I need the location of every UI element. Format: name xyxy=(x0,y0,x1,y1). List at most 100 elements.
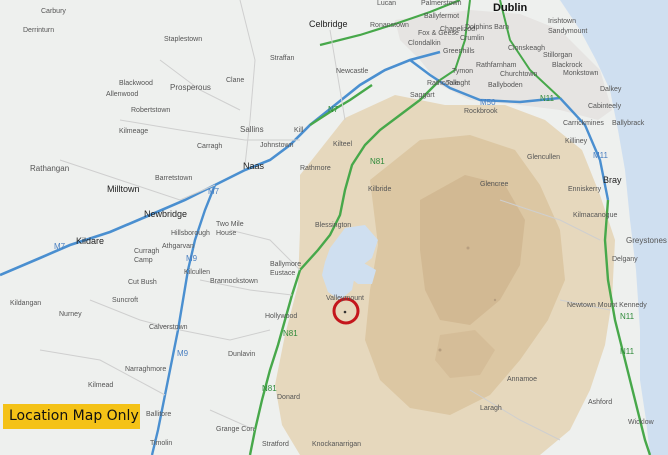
label-hollywood: Hollywood xyxy=(265,313,298,320)
label-newtown-mount-kennedy: Newtown Mount Kennedy xyxy=(567,302,647,309)
label-laragh: Laragh xyxy=(480,405,502,412)
label-naas: Naas xyxy=(243,161,265,171)
label-ballitore: Ballitore xyxy=(146,411,172,418)
label-donard: Donard xyxy=(277,394,300,401)
label-ashford: Ashford xyxy=(588,399,613,406)
road-label-n81-a: N81 xyxy=(370,157,385,166)
road-label-m9-b: M9 xyxy=(177,349,189,358)
label-dublin: Dublin xyxy=(493,2,528,14)
label-suncroft: Suncroft xyxy=(112,297,139,304)
label-kilcullen: Kilcullen xyxy=(184,269,211,276)
label-saggart: Saggart xyxy=(410,92,435,99)
label-ballybrack: Ballybrack xyxy=(612,120,645,127)
label-fox-and-geese: Fox & Geese xyxy=(418,30,459,37)
label-bray: Bray xyxy=(603,175,622,185)
label-milltown: Milltown xyxy=(107,184,140,194)
label-greystones: Greystones xyxy=(626,236,667,245)
label-johnstown: Johnstown xyxy=(260,142,294,149)
label-annamoe: Annamoe xyxy=(507,376,537,383)
label-carbury: Carbury xyxy=(41,8,66,15)
label-cut-bush: Cut Bush xyxy=(128,279,157,286)
label-narraghmore: Narraghmore xyxy=(125,366,167,373)
label-dolphins-barn: Dolphins Barn xyxy=(465,24,509,31)
label-enniskerry: Enniskerry xyxy=(568,186,602,193)
label-stratford: Stratford xyxy=(262,441,289,448)
label-dalkey: Dalkey xyxy=(600,86,622,93)
road-label-n81-b: N81 xyxy=(283,329,298,338)
label-palmerstown: Palmerstown xyxy=(421,0,462,7)
road-label-m9-a: M9 xyxy=(186,254,198,263)
label-ballyfermot: Ballyfermot xyxy=(424,13,460,20)
label-kilmead: Kilmead xyxy=(88,382,114,389)
label-clane: Clane xyxy=(226,77,245,84)
label-timolin: Timolin xyxy=(150,440,173,447)
road-label-n81-c: N81 xyxy=(262,384,277,393)
location-marker-dot xyxy=(343,310,347,314)
label-lucan: Lucan xyxy=(377,0,397,7)
label-ballymore-eustace: Ballymore Eustace xyxy=(270,261,302,277)
label-churchtown: Churchtown xyxy=(500,71,538,78)
label-glencree: Glencree xyxy=(480,181,509,188)
label-clonskeagh: Clonskeagh xyxy=(508,45,545,52)
label-brannockstown: Brannockstown xyxy=(210,278,258,285)
road-label-n11-b: N11 xyxy=(620,312,635,321)
label-greenhills: Greenhills xyxy=(443,48,475,55)
label-kilmeage: Kilmeage xyxy=(119,128,149,135)
label-sallins: Sallins xyxy=(240,125,264,134)
label-straffan: Straffan xyxy=(270,55,295,62)
road-label-n11-a: N11 xyxy=(540,94,555,103)
label-grange-con: Grange Con xyxy=(216,426,255,433)
label-glencullen: Glencullen xyxy=(527,154,561,161)
label-blessington: Blessington xyxy=(315,222,352,229)
label-kill: Kill xyxy=(294,127,304,134)
label-ronanstown: Ronanstown xyxy=(370,22,409,29)
label-staplestown: Staplestown xyxy=(164,36,203,43)
label-curragh-camp: Curragh Camp xyxy=(134,248,160,264)
label-blackwood: Blackwood xyxy=(119,80,153,87)
location-map-only-badge: Location Map Only xyxy=(3,404,140,429)
label-carrickmines: Carrickmines xyxy=(563,120,604,127)
label-kildare: Kildare xyxy=(76,236,105,246)
label-rathangan: Rathangan xyxy=(30,164,70,173)
label-newcastle: Newcastle xyxy=(336,68,369,75)
label-barretstown: Barretstown xyxy=(155,175,193,182)
label-nurney: Nurney xyxy=(59,311,82,318)
label-ballyboden: Ballyboden xyxy=(488,82,523,89)
label-rathfarnham: Rathfarnham xyxy=(476,62,517,69)
label-two-mile-house: Two Mile House xyxy=(216,221,244,237)
label-clondalkin: Clondalkin xyxy=(408,40,441,47)
label-crumlin: Crumlin xyxy=(460,35,485,42)
label-athgarvan: Athgarvan xyxy=(162,243,194,250)
label-derrinturn: Derrinturn xyxy=(23,27,55,34)
label-kilbride: Kilbride xyxy=(368,186,392,193)
label-robertstown: Robertstown xyxy=(131,107,171,114)
road-label-n7: N7 xyxy=(328,105,339,114)
label-irishtown: Irishtown xyxy=(548,18,577,25)
label-rathmore: Rathmore xyxy=(300,165,331,172)
label-tymon: Tymon xyxy=(452,68,474,75)
label-monkstown: Monkstown xyxy=(563,70,599,77)
label-knockanarrigan: Knockanarrigan xyxy=(312,441,362,448)
location-map[interactable]: Dublin Celbridge Naas Milltown Newbridge… xyxy=(0,0,668,455)
label-kildangan: Kildangan xyxy=(10,300,42,307)
road-label-n11-c: N11 xyxy=(620,347,635,356)
label-dunlavin: Dunlavin xyxy=(228,351,256,358)
label-valleymount: Valleymount xyxy=(326,295,365,302)
label-blackrock: Blackrock xyxy=(552,62,583,69)
label-cabinteely: Cabinteely xyxy=(588,103,622,110)
label-newbridge: Newbridge xyxy=(144,209,188,219)
label-delgany: Delgany xyxy=(612,256,638,263)
label-carragh: Carragh xyxy=(197,143,223,150)
label-rathcoole: Rathcoole xyxy=(427,80,459,87)
label-celbridge: Celbridge xyxy=(309,19,348,29)
label-wicklow: Wicklow xyxy=(628,419,654,426)
label-sandymount: Sandymount xyxy=(548,28,588,35)
label-hillsborough: Hillsborough xyxy=(171,230,210,237)
label-kilteel: Kilteel xyxy=(333,141,353,148)
road-label-m7-mid: M7 xyxy=(208,187,220,196)
road-label-m7-west: M7 xyxy=(54,242,66,251)
road-label-m50: M50 xyxy=(480,98,496,107)
label-kilmacanogue: Kilmacanogue xyxy=(573,212,618,219)
label-stillorgan: Stillorgan xyxy=(543,52,573,59)
label-rockbrook: Rockbrook xyxy=(464,108,498,115)
